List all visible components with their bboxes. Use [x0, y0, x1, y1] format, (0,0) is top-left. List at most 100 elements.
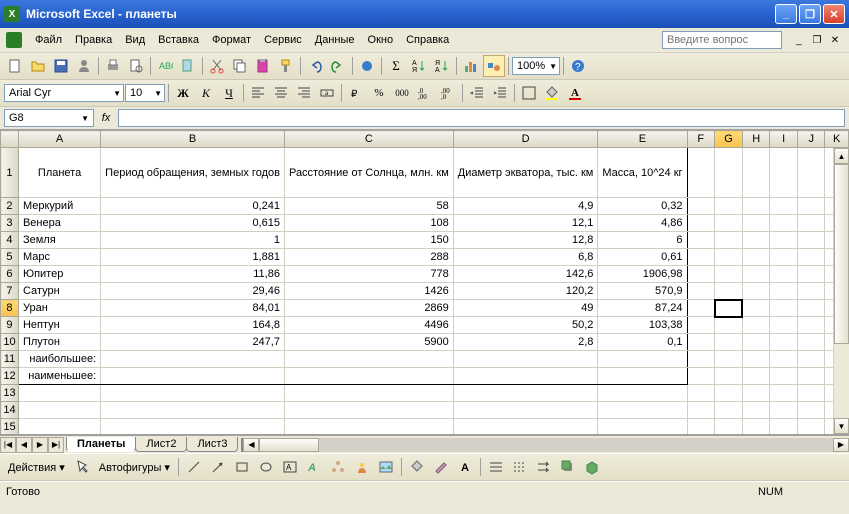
- permission-button[interactable]: [73, 55, 95, 77]
- align-right-button[interactable]: [293, 82, 315, 104]
- menu-service[interactable]: Сервис: [258, 32, 308, 48]
- cell-F4[interactable]: [687, 232, 715, 249]
- cell-F15[interactable]: [687, 419, 715, 436]
- percent-button[interactable]: %: [368, 82, 390, 104]
- cell-D4[interactable]: 12,8: [453, 232, 598, 249]
- help-button[interactable]: ?: [567, 55, 589, 77]
- tab-next-button[interactable]: ▶: [32, 437, 48, 453]
- cell-B6[interactable]: 11,86: [101, 266, 285, 283]
- row-header-15[interactable]: 15: [1, 419, 19, 436]
- cell-J1[interactable]: [797, 148, 825, 198]
- arrow-button[interactable]: [207, 456, 229, 478]
- cell-J12[interactable]: [797, 368, 825, 385]
- cell-H12[interactable]: [742, 368, 770, 385]
- font-color-draw-button[interactable]: A: [454, 456, 476, 478]
- col-header-C[interactable]: C: [284, 131, 453, 148]
- row-header-11[interactable]: 11: [1, 351, 19, 368]
- cell-H8[interactable]: [742, 300, 770, 317]
- cell-D14[interactable]: [453, 402, 598, 419]
- cell-J2[interactable]: [797, 198, 825, 215]
- name-box[interactable]: G8▼: [4, 109, 94, 127]
- cell-D8[interactable]: 49: [453, 300, 598, 317]
- scroll-down-button[interactable]: ▼: [834, 418, 849, 434]
- decrease-indent-button[interactable]: [466, 82, 488, 104]
- cell-D5[interactable]: 6,8: [453, 249, 598, 266]
- cell-I12[interactable]: [770, 368, 798, 385]
- cell-A11[interactable]: наибольшее:: [18, 351, 100, 368]
- cell-D7[interactable]: 120,2: [453, 283, 598, 300]
- cell-H9[interactable]: [742, 317, 770, 334]
- redo-button[interactable]: [327, 55, 349, 77]
- cell-G14[interactable]: [715, 402, 743, 419]
- cell-I2[interactable]: [770, 198, 798, 215]
- menu-format[interactable]: Формат: [206, 32, 257, 48]
- fill-color-draw-button[interactable]: [406, 456, 428, 478]
- cell-C2[interactable]: 58: [284, 198, 453, 215]
- close-button[interactable]: ✕: [823, 4, 845, 24]
- cell-B5[interactable]: 1,881: [101, 249, 285, 266]
- line-style-button[interactable]: [485, 456, 507, 478]
- font-select[interactable]: Arial Cyr▼: [4, 84, 124, 102]
- cell-E7[interactable]: 570,9: [598, 283, 687, 300]
- cell-J4[interactable]: [797, 232, 825, 249]
- col-header-D[interactable]: D: [453, 131, 598, 148]
- col-header-E[interactable]: E: [598, 131, 687, 148]
- cell-E5[interactable]: 0,61: [598, 249, 687, 266]
- cell-I9[interactable]: [770, 317, 798, 334]
- diagram-button[interactable]: [327, 456, 349, 478]
- sheet-tab-2[interactable]: Лист3: [186, 437, 238, 452]
- doc-close-button[interactable]: ✕: [827, 33, 843, 47]
- cell-C3[interactable]: 108: [284, 215, 453, 232]
- borders-button[interactable]: [518, 82, 540, 104]
- cut-button[interactable]: [206, 55, 228, 77]
- research-button[interactable]: [177, 55, 199, 77]
- fx-button[interactable]: fx: [96, 109, 116, 127]
- cell-G6[interactable]: [715, 266, 743, 283]
- menu-data[interactable]: Данные: [309, 32, 361, 48]
- cell-B3[interactable]: 0,615: [101, 215, 285, 232]
- col-header-G[interactable]: G: [715, 131, 743, 148]
- help-search-input[interactable]: [662, 31, 782, 49]
- select-objects-button[interactable]: [71, 456, 93, 478]
- cell-D2[interactable]: 4,9: [453, 198, 598, 215]
- select-all-corner[interactable]: [1, 131, 19, 148]
- cell-G13[interactable]: [715, 385, 743, 402]
- cell-D12[interactable]: [453, 368, 598, 385]
- cell-H14[interactable]: [742, 402, 770, 419]
- cell-J6[interactable]: [797, 266, 825, 283]
- cell-G4[interactable]: [715, 232, 743, 249]
- comma-button[interactable]: 000: [391, 82, 413, 104]
- cell-G3[interactable]: [715, 215, 743, 232]
- col-header-B[interactable]: B: [101, 131, 285, 148]
- cell-F11[interactable]: [687, 351, 715, 368]
- merge-button[interactable]: a: [316, 82, 338, 104]
- cell-B1[interactable]: Период обращения, земных годов: [101, 148, 285, 198]
- cell-E15[interactable]: [598, 419, 687, 436]
- undo-button[interactable]: [304, 55, 326, 77]
- row-header-7[interactable]: 7: [1, 283, 19, 300]
- row-header-12[interactable]: 12: [1, 368, 19, 385]
- doc-minimize-button[interactable]: _: [791, 33, 807, 47]
- cell-E13[interactable]: [598, 385, 687, 402]
- cell-G9[interactable]: [715, 317, 743, 334]
- cell-E8[interactable]: 87,24: [598, 300, 687, 317]
- col-header-J[interactable]: J: [797, 131, 825, 148]
- cell-F10[interactable]: [687, 334, 715, 351]
- cell-A6[interactable]: Юпитер: [18, 266, 100, 283]
- menu-view[interactable]: Вид: [119, 32, 151, 48]
- cell-B9[interactable]: 164,8: [101, 317, 285, 334]
- cell-H2[interactable]: [742, 198, 770, 215]
- cell-I4[interactable]: [770, 232, 798, 249]
- col-header-K[interactable]: K: [825, 131, 849, 148]
- sheet-tab-0[interactable]: Планеты: [66, 437, 136, 452]
- cell-A2[interactable]: Меркурий: [18, 198, 100, 215]
- vertical-scrollbar[interactable]: ▲ ▼: [833, 148, 849, 434]
- cell-C7[interactable]: 1426: [284, 283, 453, 300]
- cell-C8[interactable]: 2869: [284, 300, 453, 317]
- cell-G8[interactable]: [715, 300, 743, 317]
- cell-G7[interactable]: [715, 283, 743, 300]
- cell-A1[interactable]: Планета: [18, 148, 100, 198]
- new-button[interactable]: [4, 55, 26, 77]
- cell-B7[interactable]: 29,46: [101, 283, 285, 300]
- cell-H3[interactable]: [742, 215, 770, 232]
